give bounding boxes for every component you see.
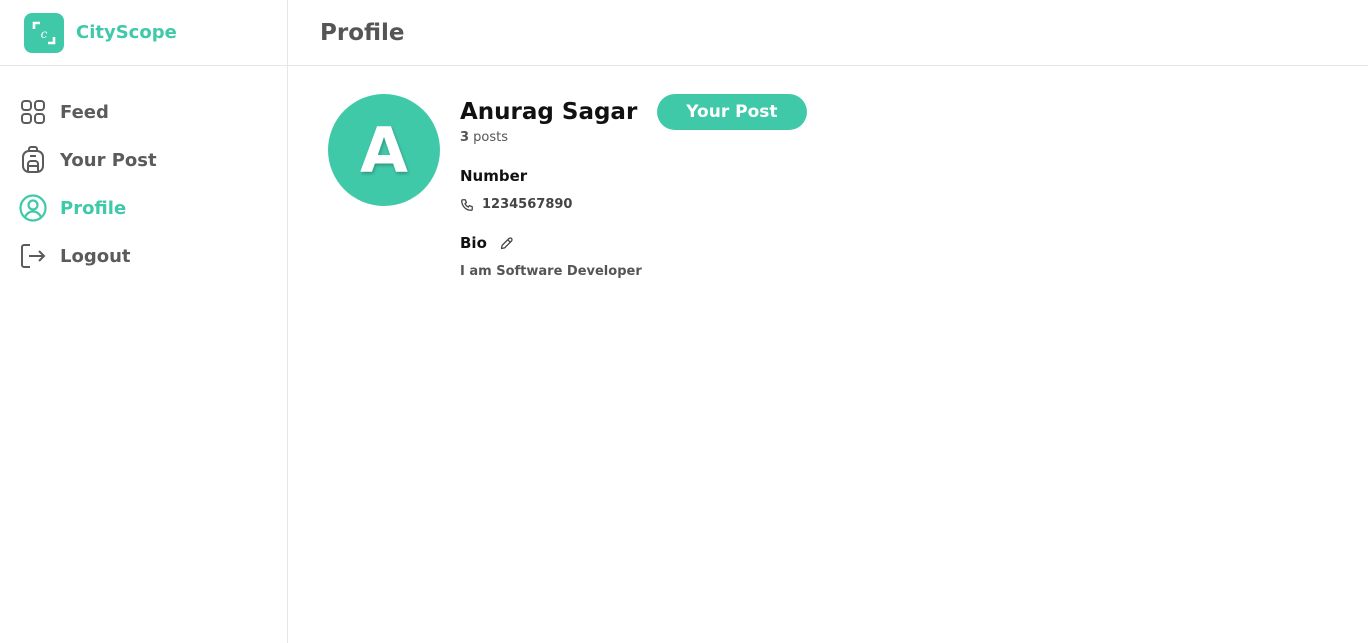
grid-icon bbox=[19, 98, 47, 126]
phone-icon bbox=[460, 198, 474, 212]
sidebar-item-logout[interactable]: Logout bbox=[0, 232, 287, 280]
profile-info: Anurag Sagar Your Post 3 posts Number 12… bbox=[460, 94, 807, 279]
sidebar-item-label: Logout bbox=[60, 245, 131, 267]
avatar: A bbox=[328, 94, 440, 206]
cityscope-logo-icon: c bbox=[24, 12, 64, 53]
bio-label-text: Bio bbox=[460, 234, 487, 252]
bio-text: I am Software Developer bbox=[460, 264, 642, 279]
app: c CityScope Feed Your Post Profile Logou… bbox=[0, 0, 1368, 643]
pencil-icon[interactable] bbox=[499, 236, 514, 251]
posts-count-value: 3 bbox=[460, 130, 470, 145]
posts-count-suffix: posts bbox=[469, 130, 509, 145]
name-row: Anurag Sagar Your Post bbox=[460, 94, 807, 130]
phone-row: 1234567890 bbox=[460, 197, 807, 212]
sidebar-item-label: Profile bbox=[60, 197, 127, 219]
sidebar-item-label: Your Post bbox=[60, 149, 157, 171]
page-title: Profile bbox=[320, 19, 405, 46]
sidebar-item-your-post[interactable]: Your Post bbox=[0, 136, 287, 184]
bio-label: Bio bbox=[460, 234, 807, 252]
logout-icon bbox=[19, 242, 47, 270]
sidebar-item-label: Feed bbox=[60, 101, 109, 123]
profile-main: A Anurag Sagar Your Post 3 posts Number … bbox=[288, 66, 1368, 643]
brand[interactable]: c CityScope bbox=[0, 0, 287, 66]
your-post-button[interactable]: Your Post bbox=[657, 94, 807, 130]
svg-text:c: c bbox=[41, 27, 48, 41]
sidebar-item-feed[interactable]: Feed bbox=[0, 88, 287, 136]
sidebar-nav: Feed Your Post Profile Logout bbox=[0, 66, 287, 280]
user-circle-icon bbox=[19, 194, 47, 222]
posts-count: 3 posts bbox=[460, 130, 807, 145]
phone-number: 1234567890 bbox=[482, 197, 573, 212]
backpack-icon bbox=[19, 146, 47, 174]
number-label-text: Number bbox=[460, 167, 528, 185]
number-label: Number bbox=[460, 167, 807, 185]
user-name: Anurag Sagar bbox=[460, 99, 638, 125]
avatar-letter: A bbox=[360, 113, 408, 187]
header: Profile bbox=[288, 0, 1368, 66]
sidebar: c CityScope Feed Your Post Profile Logou… bbox=[0, 0, 288, 643]
brand-name: CityScope bbox=[76, 22, 177, 43]
sidebar-item-profile[interactable]: Profile bbox=[0, 184, 287, 232]
